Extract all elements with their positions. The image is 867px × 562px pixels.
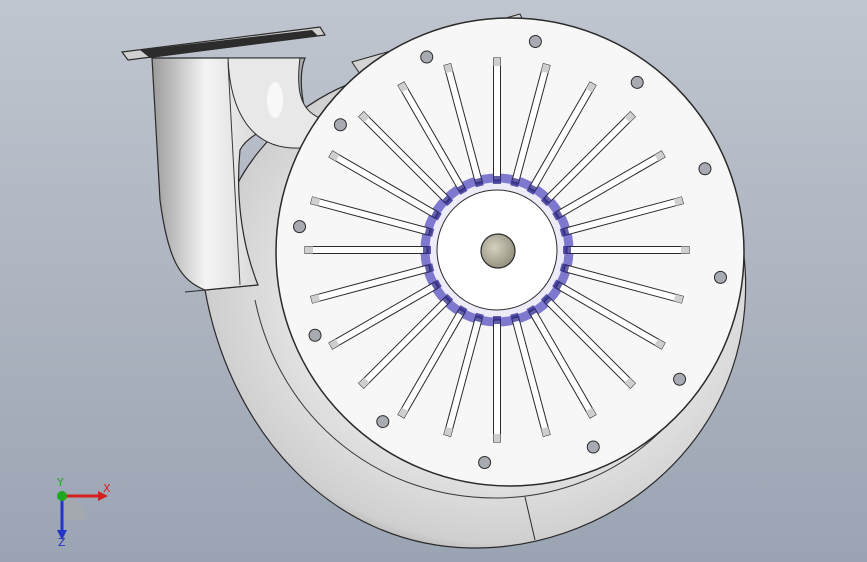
y-axis-icon [57,491,67,501]
bolt-hole [293,220,307,234]
bolt-hole [376,415,390,429]
impeller-slot [304,246,431,254]
bolt-hole [698,162,712,176]
blower-model[interactable] [0,0,867,562]
impeller-slot [563,246,690,254]
impeller-slot [493,316,501,443]
bolt-hole [333,118,347,132]
shaft-hub [480,233,516,269]
bolt-hole [713,270,727,284]
bolt-hole [528,35,542,49]
bolt-hole [673,372,687,386]
bolt-hole [630,75,644,89]
bolt-hole [308,328,322,342]
bolt-hole [478,455,492,469]
bolt-hole [586,440,600,454]
z-axis-label: Z [58,536,66,548]
orientation-triad: X Y Z [56,478,111,548]
x-axis-label: X [103,482,111,495]
3d-viewport[interactable]: X Y Z [0,0,867,562]
bolt-hole [420,50,434,64]
impeller-slot [493,57,501,184]
y-axis-label: Y [56,478,64,489]
